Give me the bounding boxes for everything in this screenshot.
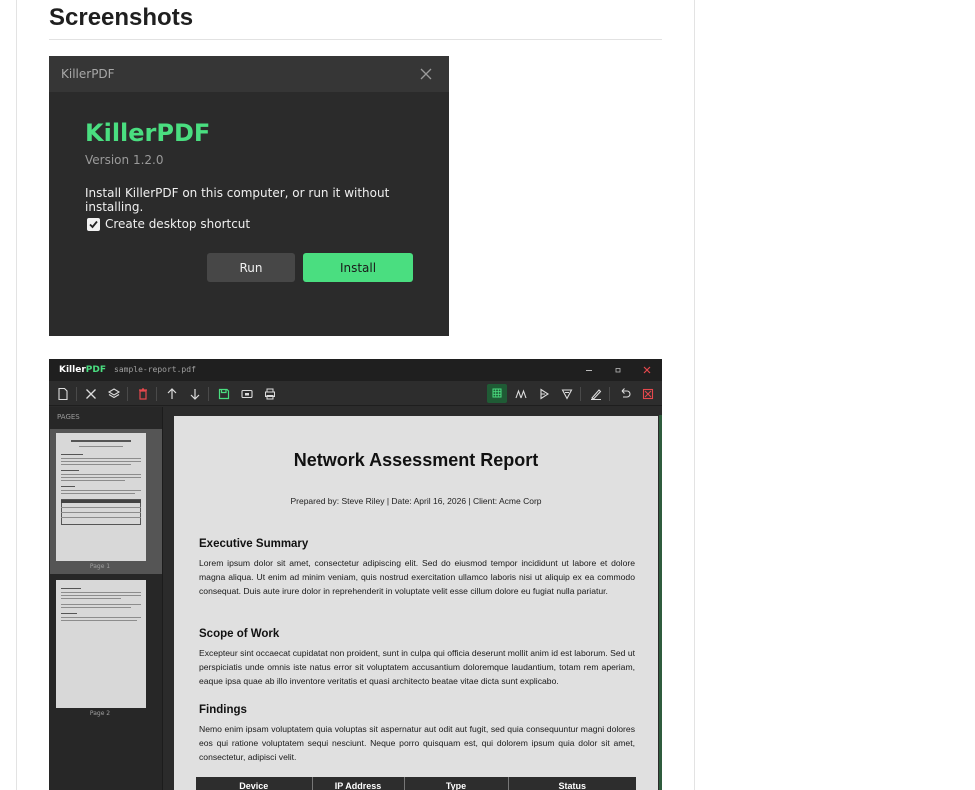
new-file-icon[interactable] bbox=[55, 386, 71, 402]
brand-pdf: PDF bbox=[85, 365, 106, 375]
toolbar-separator bbox=[127, 387, 128, 401]
run-button[interactable]: Run bbox=[207, 253, 295, 282]
save-icon[interactable] bbox=[216, 386, 232, 402]
table-header-cell: Device bbox=[196, 777, 313, 790]
pen-icon[interactable] bbox=[588, 386, 604, 402]
installer-version: Version 1.2.0 bbox=[85, 153, 164, 167]
app-screenshot: KillerPDF sample-report.pdf PAGES Page 1… bbox=[49, 359, 662, 790]
installer-app-name: KillerPDF bbox=[85, 119, 211, 147]
close-icon[interactable] bbox=[419, 66, 433, 80]
highlight-icon[interactable] bbox=[536, 386, 552, 402]
desktop-shortcut-checkbox[interactable] bbox=[87, 218, 100, 231]
brand-killer: Killer bbox=[59, 365, 86, 375]
app-titlebar: KillerPDF sample-report.pdf bbox=[49, 359, 662, 381]
toolbar-separator bbox=[76, 387, 77, 401]
table-header-row: Device IP Address Type Status bbox=[196, 777, 636, 790]
section-heading: Screenshots bbox=[49, 4, 194, 31]
section-body: Nemo enim ipsam voluptatem quia voluptas… bbox=[199, 724, 635, 762]
arrow-up-icon[interactable] bbox=[164, 386, 180, 402]
section-heading: Scope of Work bbox=[199, 628, 280, 640]
document-title: Network Assessment Report bbox=[293, 450, 539, 470]
arrow-down-icon[interactable] bbox=[187, 386, 203, 402]
installer-description: Install KillerPDF on this computer, or r… bbox=[85, 186, 390, 214]
maximize-icon[interactable] bbox=[611, 363, 625, 377]
document-canvas[interactable]: Network Assessment Report Prepared by: S… bbox=[164, 407, 662, 790]
canvas-scroll-accent bbox=[659, 415, 662, 790]
minimize-icon[interactable] bbox=[582, 363, 596, 377]
signature-icon[interactable] bbox=[559, 386, 575, 402]
page-preview bbox=[56, 433, 146, 561]
page-thumbnail-label: Page 2 bbox=[89, 710, 111, 717]
pages-sidebar: PAGES Page 1 Page 2 bbox=[49, 407, 163, 790]
toolbar-separator bbox=[609, 387, 610, 401]
page-thumbnail-2[interactable]: Page 2 bbox=[50, 577, 162, 722]
document-page: Network Assessment Report Prepared by: S… bbox=[174, 416, 658, 790]
table-header-cell: Status bbox=[508, 777, 636, 790]
undo-icon[interactable] bbox=[617, 386, 633, 402]
open-filename: sample-report.pdf bbox=[114, 365, 196, 374]
grid-icon[interactable] bbox=[487, 384, 507, 403]
text-icon[interactable] bbox=[513, 386, 529, 402]
toolbar bbox=[49, 381, 662, 406]
desktop-shortcut-label[interactable]: Create desktop shortcut bbox=[105, 217, 250, 231]
toolbar-separator bbox=[208, 387, 209, 401]
toolbar-separator bbox=[156, 387, 157, 401]
close-icon[interactable] bbox=[83, 386, 99, 402]
section-body: Lorem ipsum dolor sit amet, consectetur … bbox=[199, 558, 635, 596]
section-heading: Findings bbox=[199, 704, 247, 716]
section-body: Excepteur sint occaecat cupidatat non pr… bbox=[199, 648, 635, 686]
page-preview bbox=[56, 580, 146, 708]
heading-divider bbox=[49, 39, 662, 40]
print-icon[interactable] bbox=[262, 386, 278, 402]
installer-titlebar: KillerPDF bbox=[49, 56, 449, 92]
section-heading: Executive Summary bbox=[199, 538, 309, 550]
table-header-cell: IP Address bbox=[312, 777, 405, 790]
installer-screenshot: KillerPDF KillerPDF Version 1.2.0 Instal… bbox=[49, 56, 449, 336]
page-thumbnail-label: Page 1 bbox=[89, 563, 111, 570]
device-table: Device IP Address Type Status bbox=[196, 777, 636, 790]
app-brand: KillerPDF bbox=[59, 365, 106, 375]
redact-icon[interactable] bbox=[640, 386, 656, 402]
install-button[interactable]: Install bbox=[303, 253, 413, 282]
page-thumbnail-1[interactable]: Page 1 bbox=[50, 429, 162, 574]
image-icon[interactable] bbox=[239, 386, 255, 402]
checkmark-icon bbox=[89, 220, 98, 229]
trash-icon[interactable] bbox=[135, 386, 151, 402]
installer-window-title: KillerPDF bbox=[61, 67, 115, 81]
document-meta: Prepared by: Steve Riley | Date: April 1… bbox=[290, 496, 542, 506]
pages-label: PAGES bbox=[57, 413, 80, 421]
layers-icon[interactable] bbox=[106, 386, 122, 402]
window-close-icon[interactable] bbox=[640, 363, 654, 377]
toolbar-separator bbox=[580, 387, 581, 401]
table-header-cell: Type bbox=[404, 777, 509, 790]
